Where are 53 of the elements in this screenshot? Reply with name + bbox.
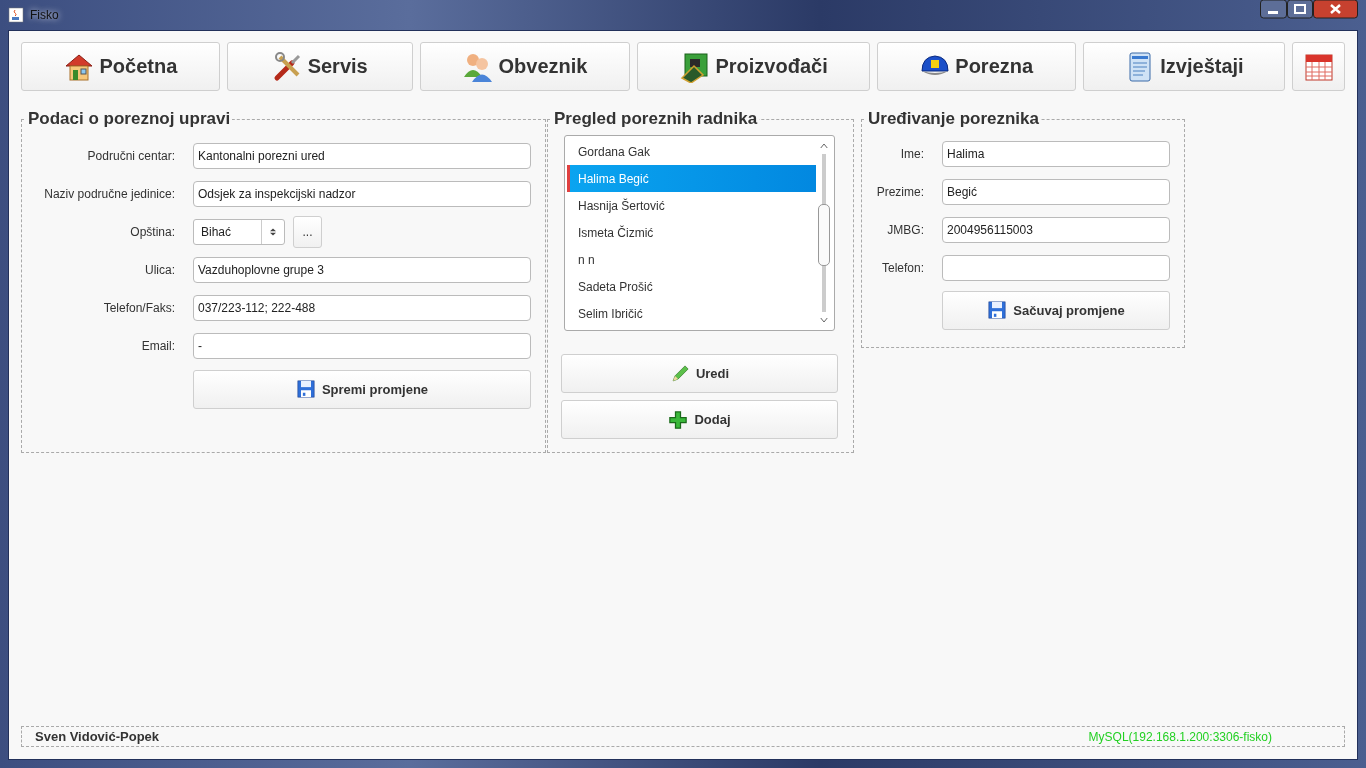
user-name: Sven Vidović-Popek [35, 729, 160, 744]
chevron-down-icon [819, 316, 829, 324]
input-field[interactable]: Odsjek za inspekcijski nadzor [193, 181, 531, 207]
field-label: Email: [140, 339, 175, 353]
field-label: Prezime: [876, 185, 924, 199]
nav-button[interactable]: Izvještaji [1082, 42, 1286, 91]
field-label: Ime: [899, 147, 924, 161]
list-item[interactable]: n n [567, 246, 816, 273]
field-label: Telefon: [880, 261, 924, 275]
nav-button[interactable]: Početna [21, 42, 220, 91]
list-item[interactable]: Hasnija Šertović [567, 192, 816, 219]
input-field[interactable]: Vazduhoplovne grupe 3 [193, 257, 531, 283]
connection-status: MySQL(192.168.1.200:3306-fisko) [1088, 729, 1272, 744]
field-label: JMBG: [886, 223, 924, 237]
list-item[interactable]: Selim Ibričić [567, 300, 816, 327]
list-item[interactable]: Ismeta Čizmić [567, 219, 816, 246]
chevron-up-icon [819, 142, 829, 150]
input-field[interactable]: 2004956115003 [942, 217, 1170, 243]
nav-button[interactable]: Servis [226, 42, 413, 91]
browse-button[interactable]: ... [293, 216, 322, 248]
panel-title: Uređivanje poreznika [867, 109, 1040, 129]
input-field[interactable] [942, 255, 1170, 281]
field-label: Područni centar: [86, 149, 175, 163]
field-label: Telefon/Faks: [102, 301, 175, 315]
maximize-button[interactable] [1287, 0, 1313, 19]
panel-title: Podaci o poreznoj upravi [27, 109, 232, 129]
save-button[interactable]: Spremi promjene [193, 369, 531, 409]
nav-button[interactable]: Obveznik [419, 42, 631, 91]
nav-button[interactable]: Porezna [876, 42, 1076, 91]
calendar-button[interactable] [1292, 42, 1346, 91]
dropdown[interactable]: Bihać [193, 219, 285, 245]
input-field[interactable]: Halima [942, 141, 1170, 167]
list-item[interactable]: Gordana Gak [567, 138, 816, 165]
input-field[interactable]: 037/223-112; 222-488 [193, 295, 531, 321]
pencil-icon [669, 363, 690, 384]
list-item[interactable]: Sadeta Prošić [567, 273, 816, 300]
save-button[interactable]: Sačuvaj promjene [942, 290, 1170, 330]
scrollbar-thumb[interactable] [818, 204, 830, 266]
edit-button[interactable]: Uredi [561, 354, 838, 393]
input-field[interactable]: - [193, 333, 531, 359]
window-title: Fisko [30, 8, 59, 22]
plus-icon [668, 409, 689, 430]
nav-button[interactable]: Proizvođači [637, 42, 870, 91]
field-label: Naziv područne jedinice: [43, 187, 175, 201]
add-button[interactable]: Dodaj [561, 400, 838, 439]
coffee-cup-icon [8, 7, 24, 23]
close-button[interactable] [1313, 0, 1358, 19]
panel-title: Pregled poreznih radnika [553, 109, 759, 129]
input-field[interactable]: Begić [942, 179, 1170, 205]
minimize-button[interactable] [1260, 0, 1287, 19]
field-label: Ulica: [144, 263, 175, 277]
input-field[interactable]: Kantonalni porezni ured [193, 143, 531, 169]
field-label: Opština: [129, 225, 175, 239]
